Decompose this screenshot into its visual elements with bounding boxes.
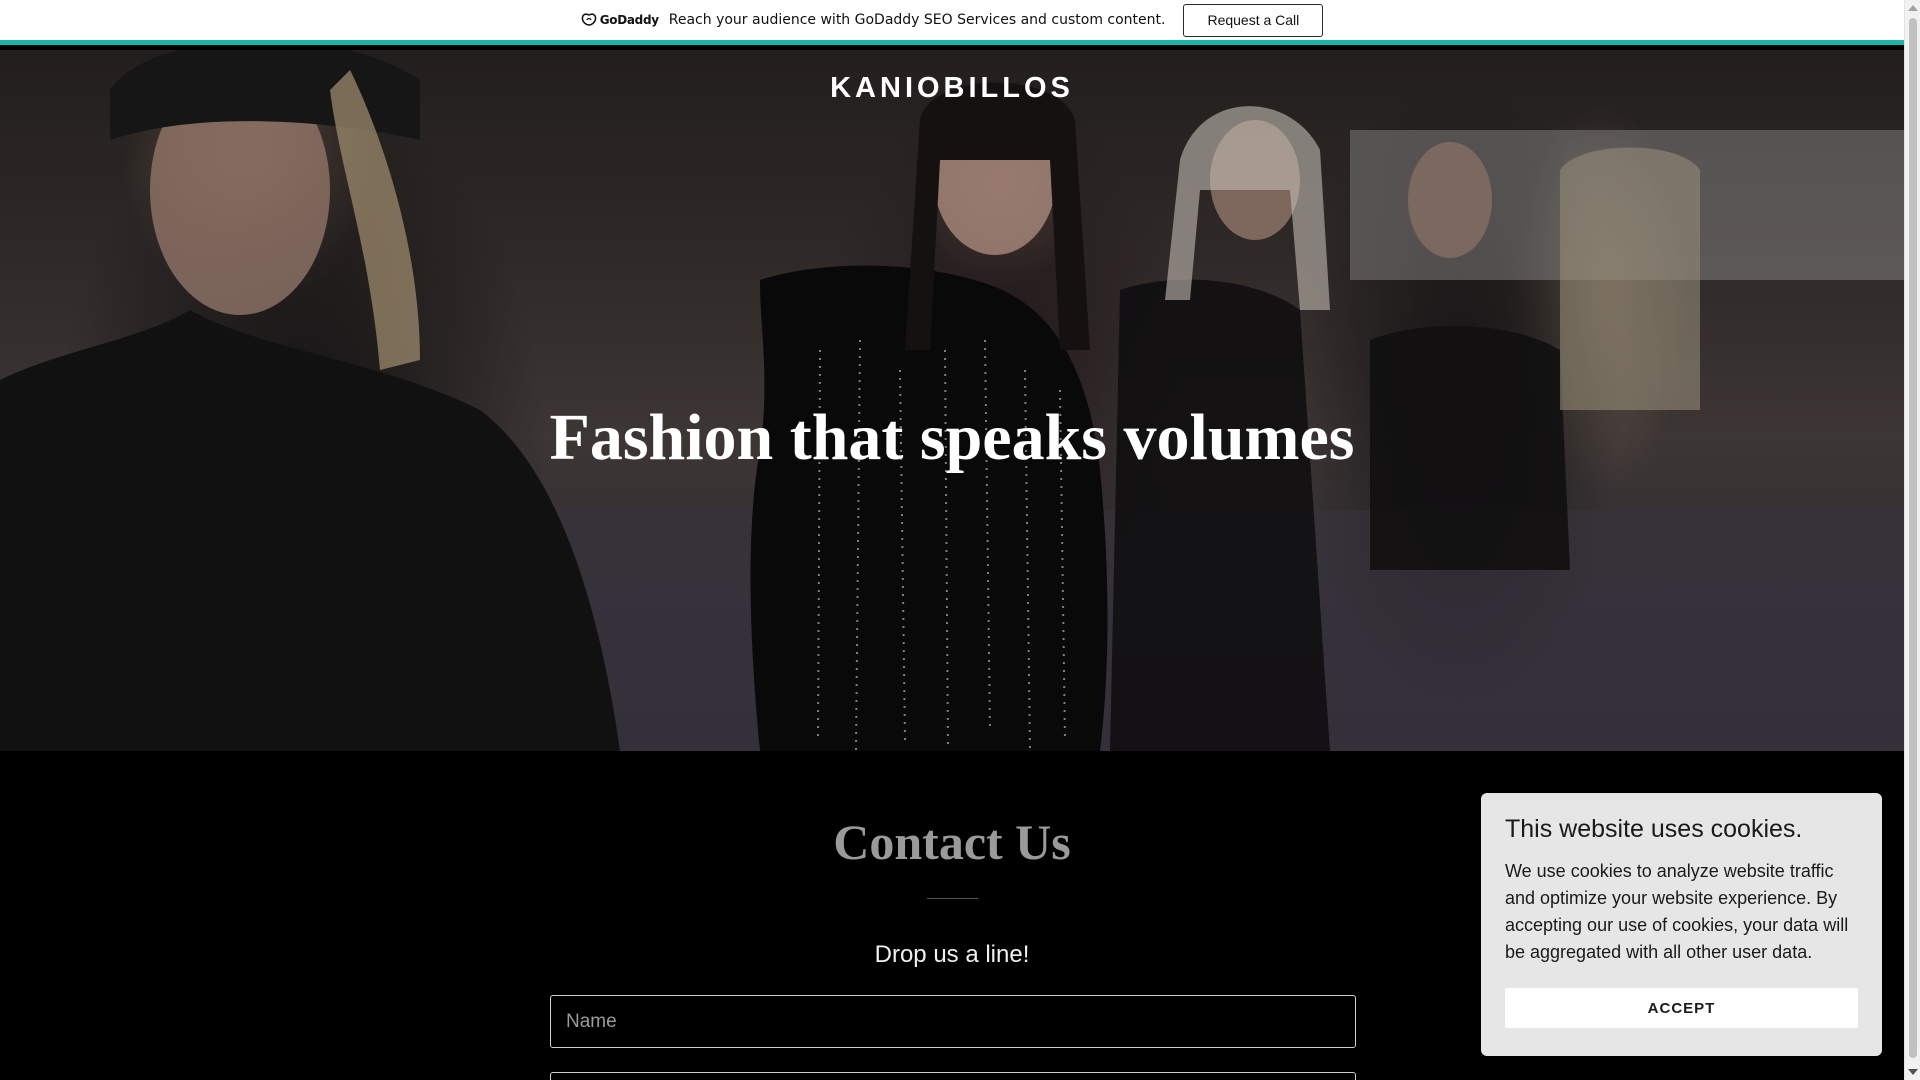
cookie-title: This website uses cookies. — [1505, 815, 1803, 843]
email-input[interactable] — [550, 1072, 1356, 1080]
godaddy-logo-icon — [581, 13, 596, 26]
promo-message: Reach your audience with GoDaddy SEO Ser… — [668, 12, 1166, 28]
name-input[interactable] — [550, 995, 1356, 1048]
godaddy-promo-bar: GoDaddy Reach your audience with GoDaddy… — [0, 0, 1904, 45]
godaddy-logo-text: GoDaddy — [599, 13, 659, 27]
hero-headline: Fashion that speaks volumes — [549, 401, 1355, 474]
scroll-up-icon[interactable] — [1908, 5, 1918, 11]
cookie-banner: This website uses cookies. We use cookie… — [1481, 793, 1882, 1056]
scroll-down-icon[interactable] — [1908, 1069, 1918, 1075]
cookie-message: We use cookies to analyze website traffi… — [1505, 861, 1849, 962]
site-brand[interactable]: KANIOBILLOS — [0, 72, 1904, 105]
request-call-button[interactable]: Request a Call — [1183, 3, 1324, 37]
hero-section: KANIOBILLOS Fashion that speaks volumes — [0, 50, 1904, 751]
page-scrollbar[interactable] — [1904, 0, 1920, 1080]
accept-cookies-button[interactable]: ACCEPT — [1505, 988, 1858, 1028]
promo-content: GoDaddy Reach your audience with GoDaddy… — [581, 3, 1324, 37]
scrollbar-thumb[interactable] — [1909, 18, 1917, 1058]
godaddy-logo[interactable]: GoDaddy — [581, 13, 659, 27]
section-divider — [927, 898, 978, 899]
